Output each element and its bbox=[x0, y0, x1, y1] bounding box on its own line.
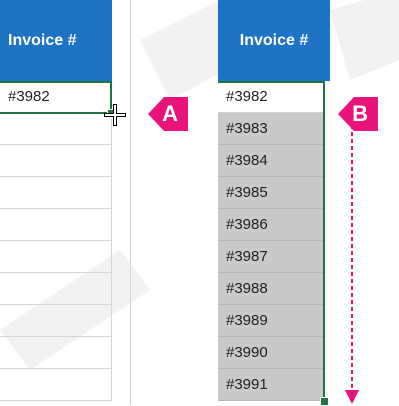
crosshair-cursor-icon bbox=[104, 104, 126, 126]
column-header-invoice[interactable]: Invoice # bbox=[218, 0, 330, 81]
cell-empty[interactable] bbox=[0, 369, 112, 401]
cell-empty[interactable] bbox=[0, 337, 112, 369]
active-cell-border bbox=[0, 81, 112, 114]
grid-rows: #3982 bbox=[0, 81, 130, 405]
cell-empty[interactable] bbox=[0, 209, 112, 241]
callout-badge-a: A bbox=[148, 97, 188, 131]
column-header-invoice[interactable]: Invoice # bbox=[0, 0, 112, 81]
panel-b-filled-series: Invoice # #3982 #3983 #3984 #3985 #3986 … bbox=[218, 0, 330, 406]
selection-range-border bbox=[218, 81, 325, 405]
panel-a-fill-handle-start: Invoice # #3982 bbox=[0, 0, 131, 405]
column-divider bbox=[130, 0, 131, 405]
cell-empty[interactable] bbox=[0, 113, 112, 145]
cell-empty[interactable] bbox=[0, 305, 112, 337]
cell-empty[interactable] bbox=[0, 241, 112, 273]
cell-empty[interactable] bbox=[0, 177, 112, 209]
dashed-down-arrow-icon bbox=[345, 118, 359, 404]
callout-label-a: A bbox=[162, 101, 178, 126]
cell-empty[interactable] bbox=[0, 145, 112, 177]
cell-empty[interactable] bbox=[0, 273, 112, 305]
